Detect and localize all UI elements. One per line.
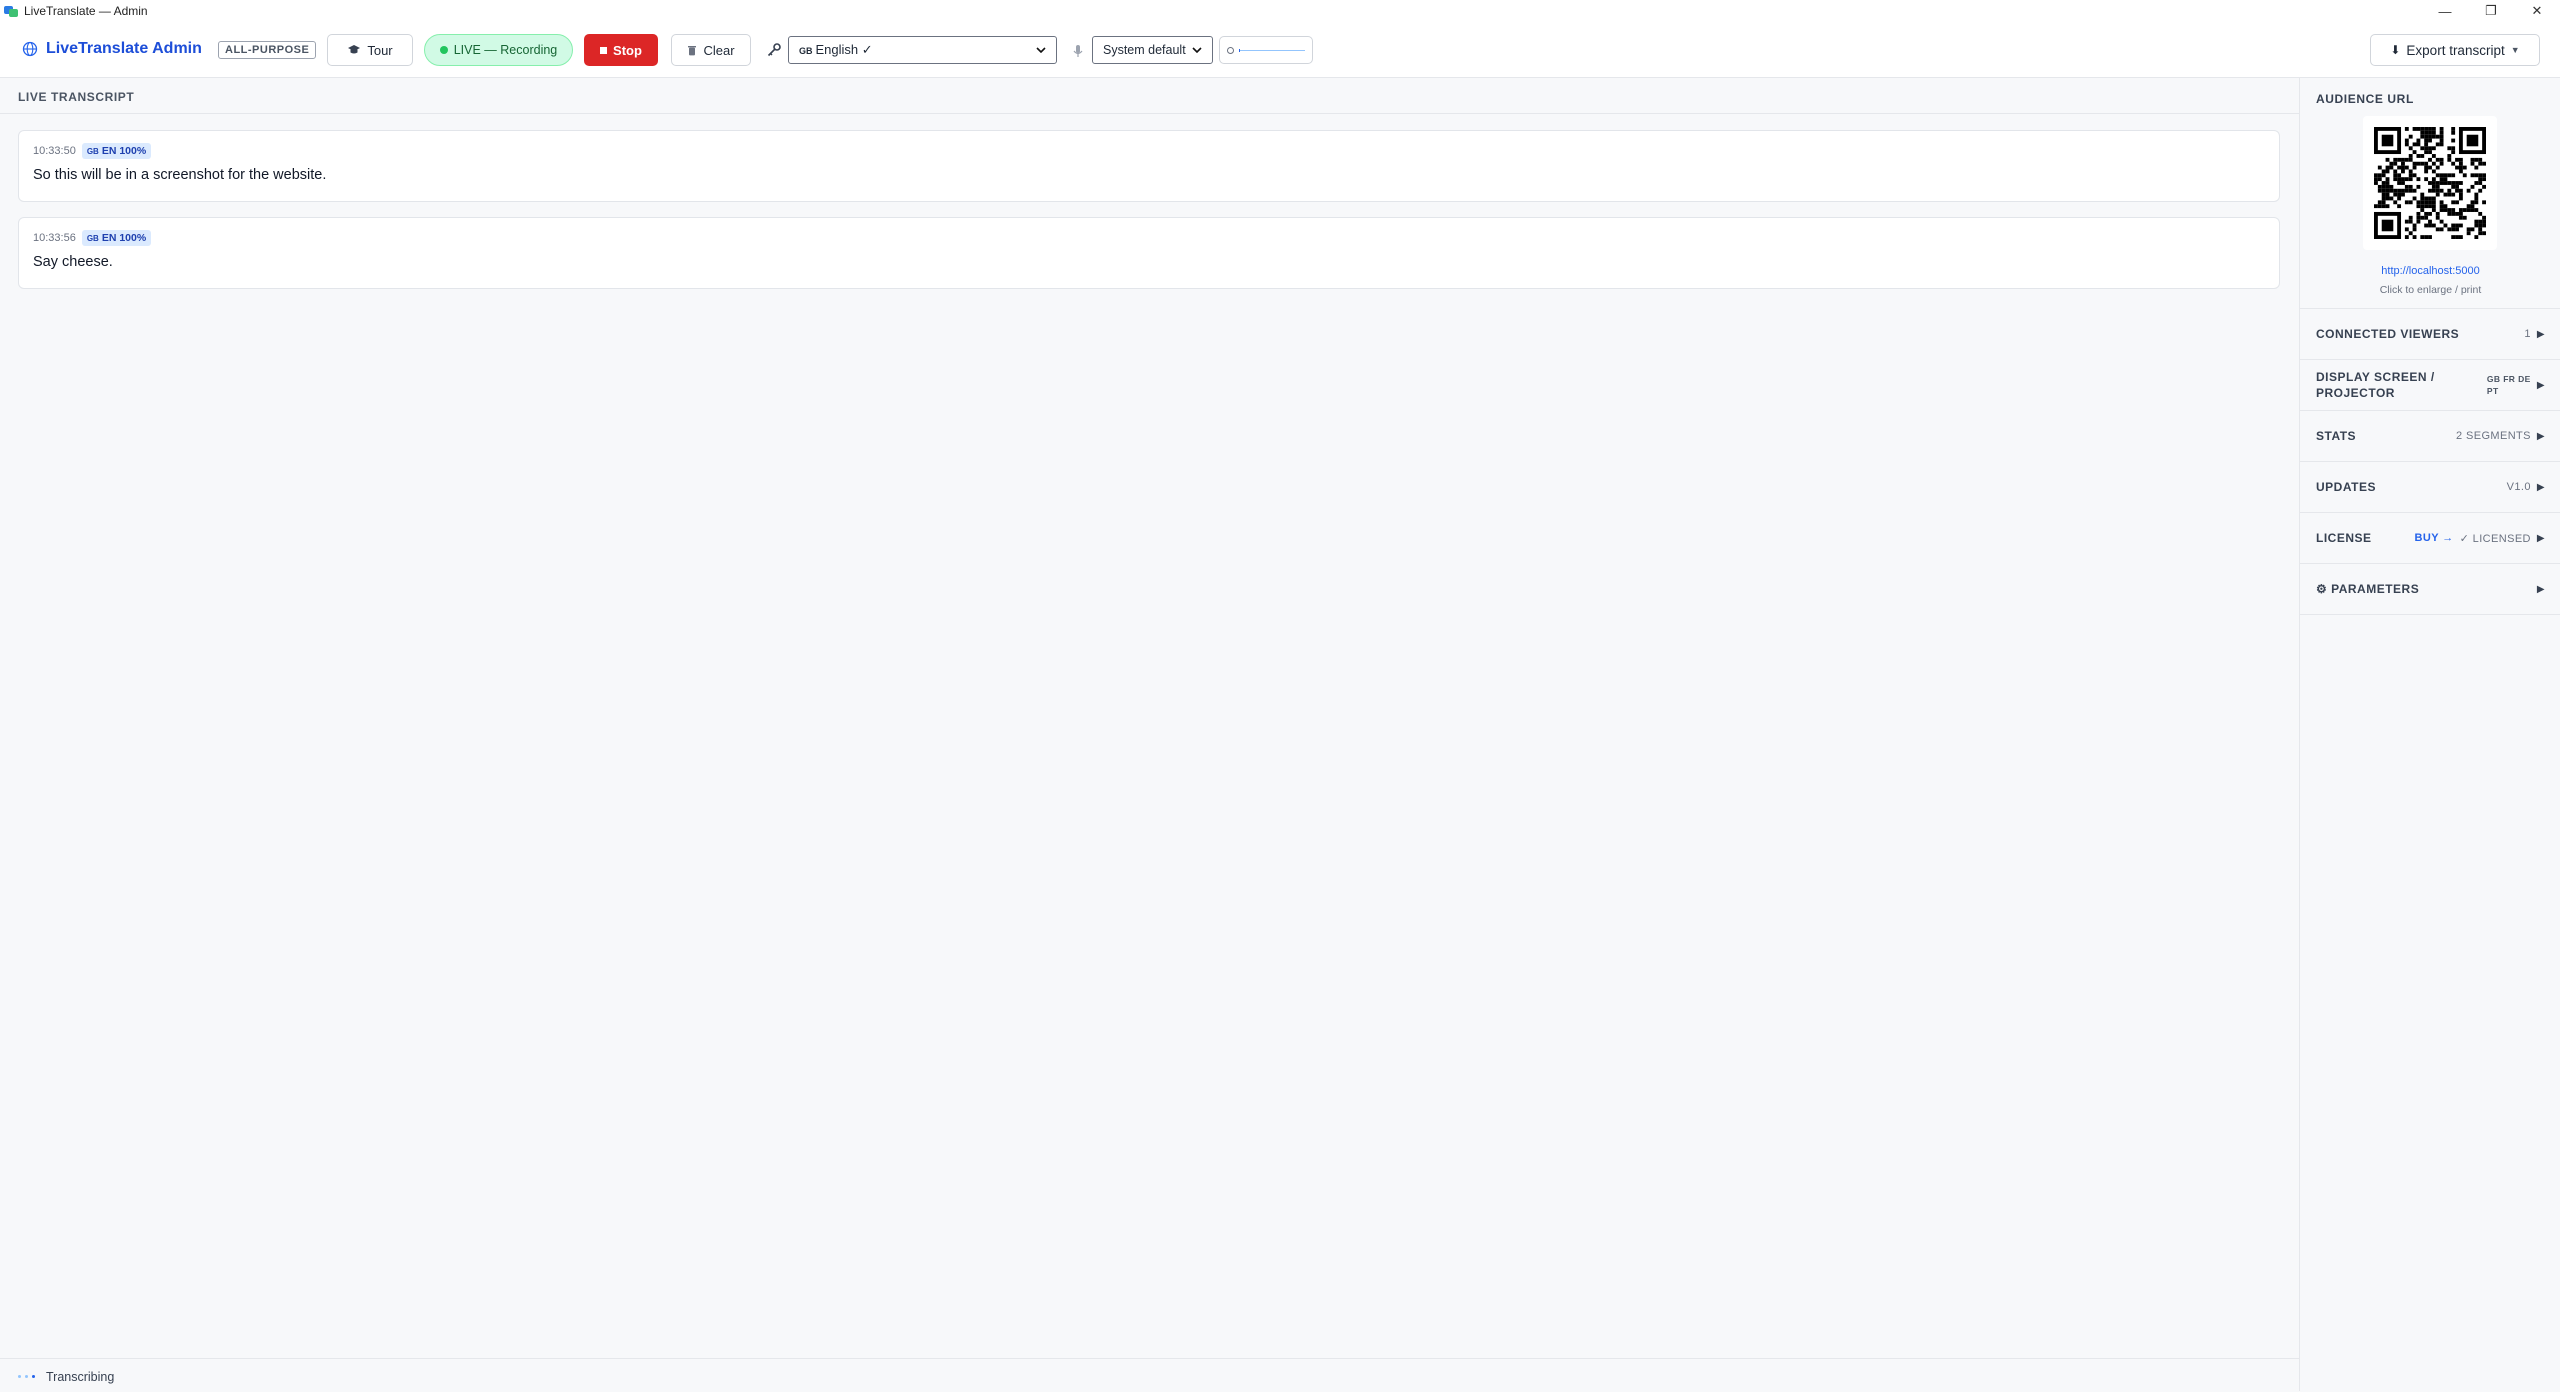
qr-hint: Click to enlarge / print [2379,284,2482,296]
key-icon [767,43,781,57]
transcript-segment[interactable]: 10:33:50 GB EN 100% So this will be in a … [18,130,2280,202]
live-label: LIVE — Recording [453,43,558,57]
download-icon: ⬇ [2390,43,2401,57]
display-flags: GB FR DE PT [2486,374,2531,396]
app-icon [4,5,18,17]
graduation-cap-icon [348,45,361,54]
language-select-value: GB English ✓ [799,42,873,58]
window-title: LiveTranslate — Admin [24,4,148,18]
transcript-title: LIVE TRANSCRIPT [18,90,135,104]
divider [2300,614,2560,615]
stop-label: Stop [613,42,642,58]
section-title: DISPLAY SCREEN / PROJECTOR [2316,370,2435,400]
expand-arrow-icon: ▶ [2536,583,2545,595]
segment-text: So this will be in a screenshot for the … [33,167,327,183]
section-display-screen[interactable]: DISPLAY SCREEN / PROJECTOR GB FR DE PT ▶ [2300,359,2560,410]
audience-url-link[interactable]: http://localhost:5000 [2300,265,2560,277]
section-license[interactable]: LICENSE BUY → ✓ LICENSED ▶ [2300,512,2560,563]
transcript-panel: LIVE TRANSCRIPT 10:33:50 GB EN 100% So th… [0,78,2299,1369]
expand-arrow-icon: ▶ [2536,328,2545,340]
sidebar: AUDIENCE URL http://localhost:5000 Click… [2299,78,2560,1391]
microphone-icon [1073,45,1083,57]
chevron-down-icon [1192,47,1202,53]
stop-button[interactable]: Stop [584,34,658,66]
expand-arrow-icon: ▶ [2536,532,2545,544]
minimize-button[interactable]: — [2422,0,2468,22]
section-title: LICENSE [2316,531,2372,545]
close-button[interactable]: ✕ [2514,0,2560,22]
status-label: Transcribing [46,1370,115,1384]
section-title: UPDATES [2316,480,2376,494]
audience-url-title: AUDIENCE URL [2316,92,2414,106]
segment-meta: 10:33:56 GB EN 100% [33,230,152,246]
segment-time: 10:33:56 [33,232,76,244]
flag-gb-icon: GB [799,46,813,56]
level-fill [1239,48,1241,52]
trash-icon [688,46,697,56]
chevron-down-icon [1036,47,1046,53]
qr-code-icon [2374,127,2486,239]
stop-square-icon [600,46,608,54]
export-transcript-button[interactable]: ⬇ Export transcript ▼ [2370,34,2540,66]
window-controls: — ❐ ✕ [2422,0,2560,22]
brand: LiveTranslate Admin [22,40,202,58]
expand-arrow-icon: ▶ [2536,481,2545,493]
audience-qr-code[interactable] [2363,116,2497,250]
section-updates[interactable]: UPDATES V1.0 ▶ [2300,461,2560,512]
language-select-text: English ✓ [815,42,873,57]
flag-gb-icon: GB [86,234,99,243]
caret-down-icon: ▼ [2510,45,2520,55]
audio-input-value: System default [1103,43,1186,57]
language-select[interactable]: GB English ✓ [788,36,1057,64]
globe-icon [22,41,38,57]
confidence-text: EN 100% [101,232,147,244]
maximize-button[interactable]: ❐ [2468,0,2514,22]
live-dot-icon [439,46,448,54]
toolbar: LiveTranslate Admin ALL-PURPOSE Tour LIV… [0,22,2560,78]
section-title: ⚙ PARAMETERS [2316,582,2420,596]
segment-count: 2 SEGMENTS [2456,430,2531,442]
divider [0,113,2299,114]
transcript-segment[interactable]: 10:33:56 GB EN 100% Say cheese. [18,217,2280,289]
clear-button[interactable]: Clear [671,34,751,66]
expand-arrow-icon: ▶ [2536,379,2545,391]
language-confidence-badge: GB EN 100% [81,143,152,159]
segment-meta: 10:33:50 GB EN 100% [33,143,152,159]
confidence-text: EN 100% [101,145,147,157]
level-indicator-icon [1227,46,1234,54]
license-status: ✓ LICENSED [2459,532,2531,545]
mode-badge: ALL-PURPOSE [218,41,317,59]
section-title: STATS [2316,429,2357,443]
viewer-count: 1 [2524,328,2531,340]
export-label: Export transcript [2406,42,2505,58]
window-title-bar: LiveTranslate — Admin — ❐ ✕ [0,0,2560,22]
transcribing-dots-icon [18,1375,35,1378]
audio-level-meter [1219,36,1313,64]
buy-license-link[interactable]: BUY → [2415,532,2454,544]
section-parameters[interactable]: ⚙ PARAMETERS ▶ [2300,563,2560,614]
section-stats[interactable]: STATS 2 SEGMENTS ▶ [2300,410,2560,461]
section-title: CONNECTED VIEWERS [2316,327,2460,341]
tour-button[interactable]: Tour [327,34,413,66]
level-track [1239,48,1305,52]
audio-input-select[interactable]: System default [1092,36,1213,64]
flag-gb-icon: GB [86,147,99,156]
clear-label: Clear [703,42,735,58]
segment-text: Say cheese. [33,254,113,270]
live-recording-indicator[interactable]: LIVE — Recording [424,34,573,66]
expand-arrow-icon: ▶ [2536,430,2545,442]
app-name: LiveTranslate Admin [46,40,202,57]
version-label: V1.0 [2506,481,2531,493]
tour-label: Tour [367,42,393,58]
language-confidence-badge: GB EN 100% [81,230,152,246]
section-connected-viewers[interactable]: CONNECTED VIEWERS 1 ▶ [2300,308,2560,359]
segment-time: 10:33:50 [33,145,76,157]
status-bar: Transcribing [0,1358,2299,1392]
